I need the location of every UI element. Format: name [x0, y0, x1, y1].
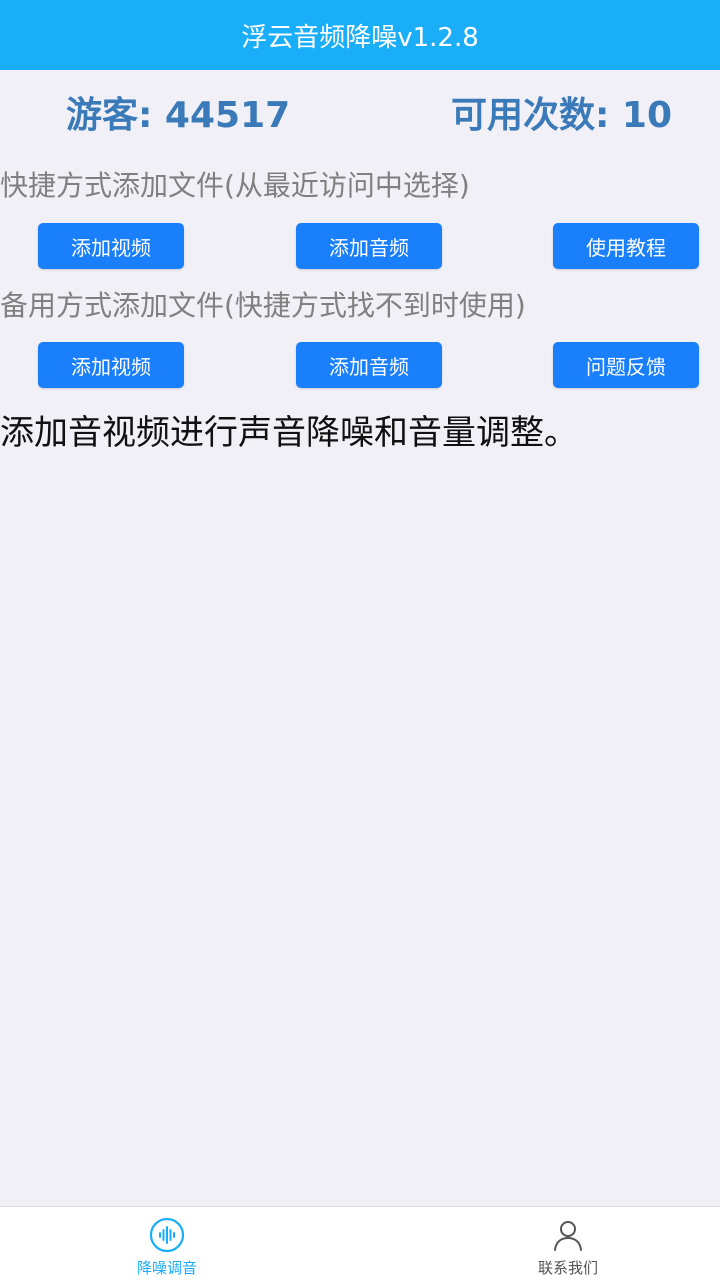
backup-add-audio-button[interactable]: 添加音频 [296, 342, 442, 388]
page-title: 浮云音频降噪v1.2.8 [241, 22, 479, 53]
backup-add-section-label: 备用方式添加文件(快捷方式找不到时使用) [0, 289, 526, 322]
backup-add-video-button[interactable]: 添加视频 [38, 342, 184, 388]
remaining-uses-label: 可用次数: 10 [450, 95, 672, 136]
app-screen: 浮云音频降噪v1.2.8 游客: 44517 可用次数: 10 快捷方式添加文件… [0, 0, 720, 1280]
quick-add-section-label: 快捷方式添加文件(从最近访问中选择) [0, 169, 470, 202]
tab-contact[interactable]: 联系我们 [498, 1207, 638, 1280]
app-header: 浮云音频降噪v1.2.8 [0, 0, 720, 70]
quick-add-video-button[interactable]: 添加视频 [38, 223, 184, 269]
tab-contact-label: 联系我们 [537, 1259, 598, 1277]
stats-bar: 游客: 44517 可用次数: 10 [0, 88, 720, 144]
sound-wave-icon [149, 1217, 185, 1253]
description-text: 添加音视频进行声音降噪和音量调整。 [0, 413, 578, 453]
quick-add-audio-button[interactable]: 添加音频 [296, 223, 442, 269]
tab-denoise-label: 降噪调音 [136, 1259, 197, 1277]
tutorial-button[interactable]: 使用教程 [553, 223, 699, 269]
person-icon [554, 1221, 582, 1251]
tab-denoise[interactable]: 降噪调音 [97, 1207, 237, 1280]
quick-add-button-row: 添加视频 添加音频 使用教程 [0, 223, 720, 269]
feedback-button[interactable]: 问题反馈 [553, 342, 699, 388]
guest-id-label: 游客: 44517 [66, 95, 291, 136]
backup-add-button-row: 添加视频 添加音频 问题反馈 [0, 342, 720, 388]
bottom-tab-bar: 降噪调音 联系我们 [0, 1206, 720, 1280]
